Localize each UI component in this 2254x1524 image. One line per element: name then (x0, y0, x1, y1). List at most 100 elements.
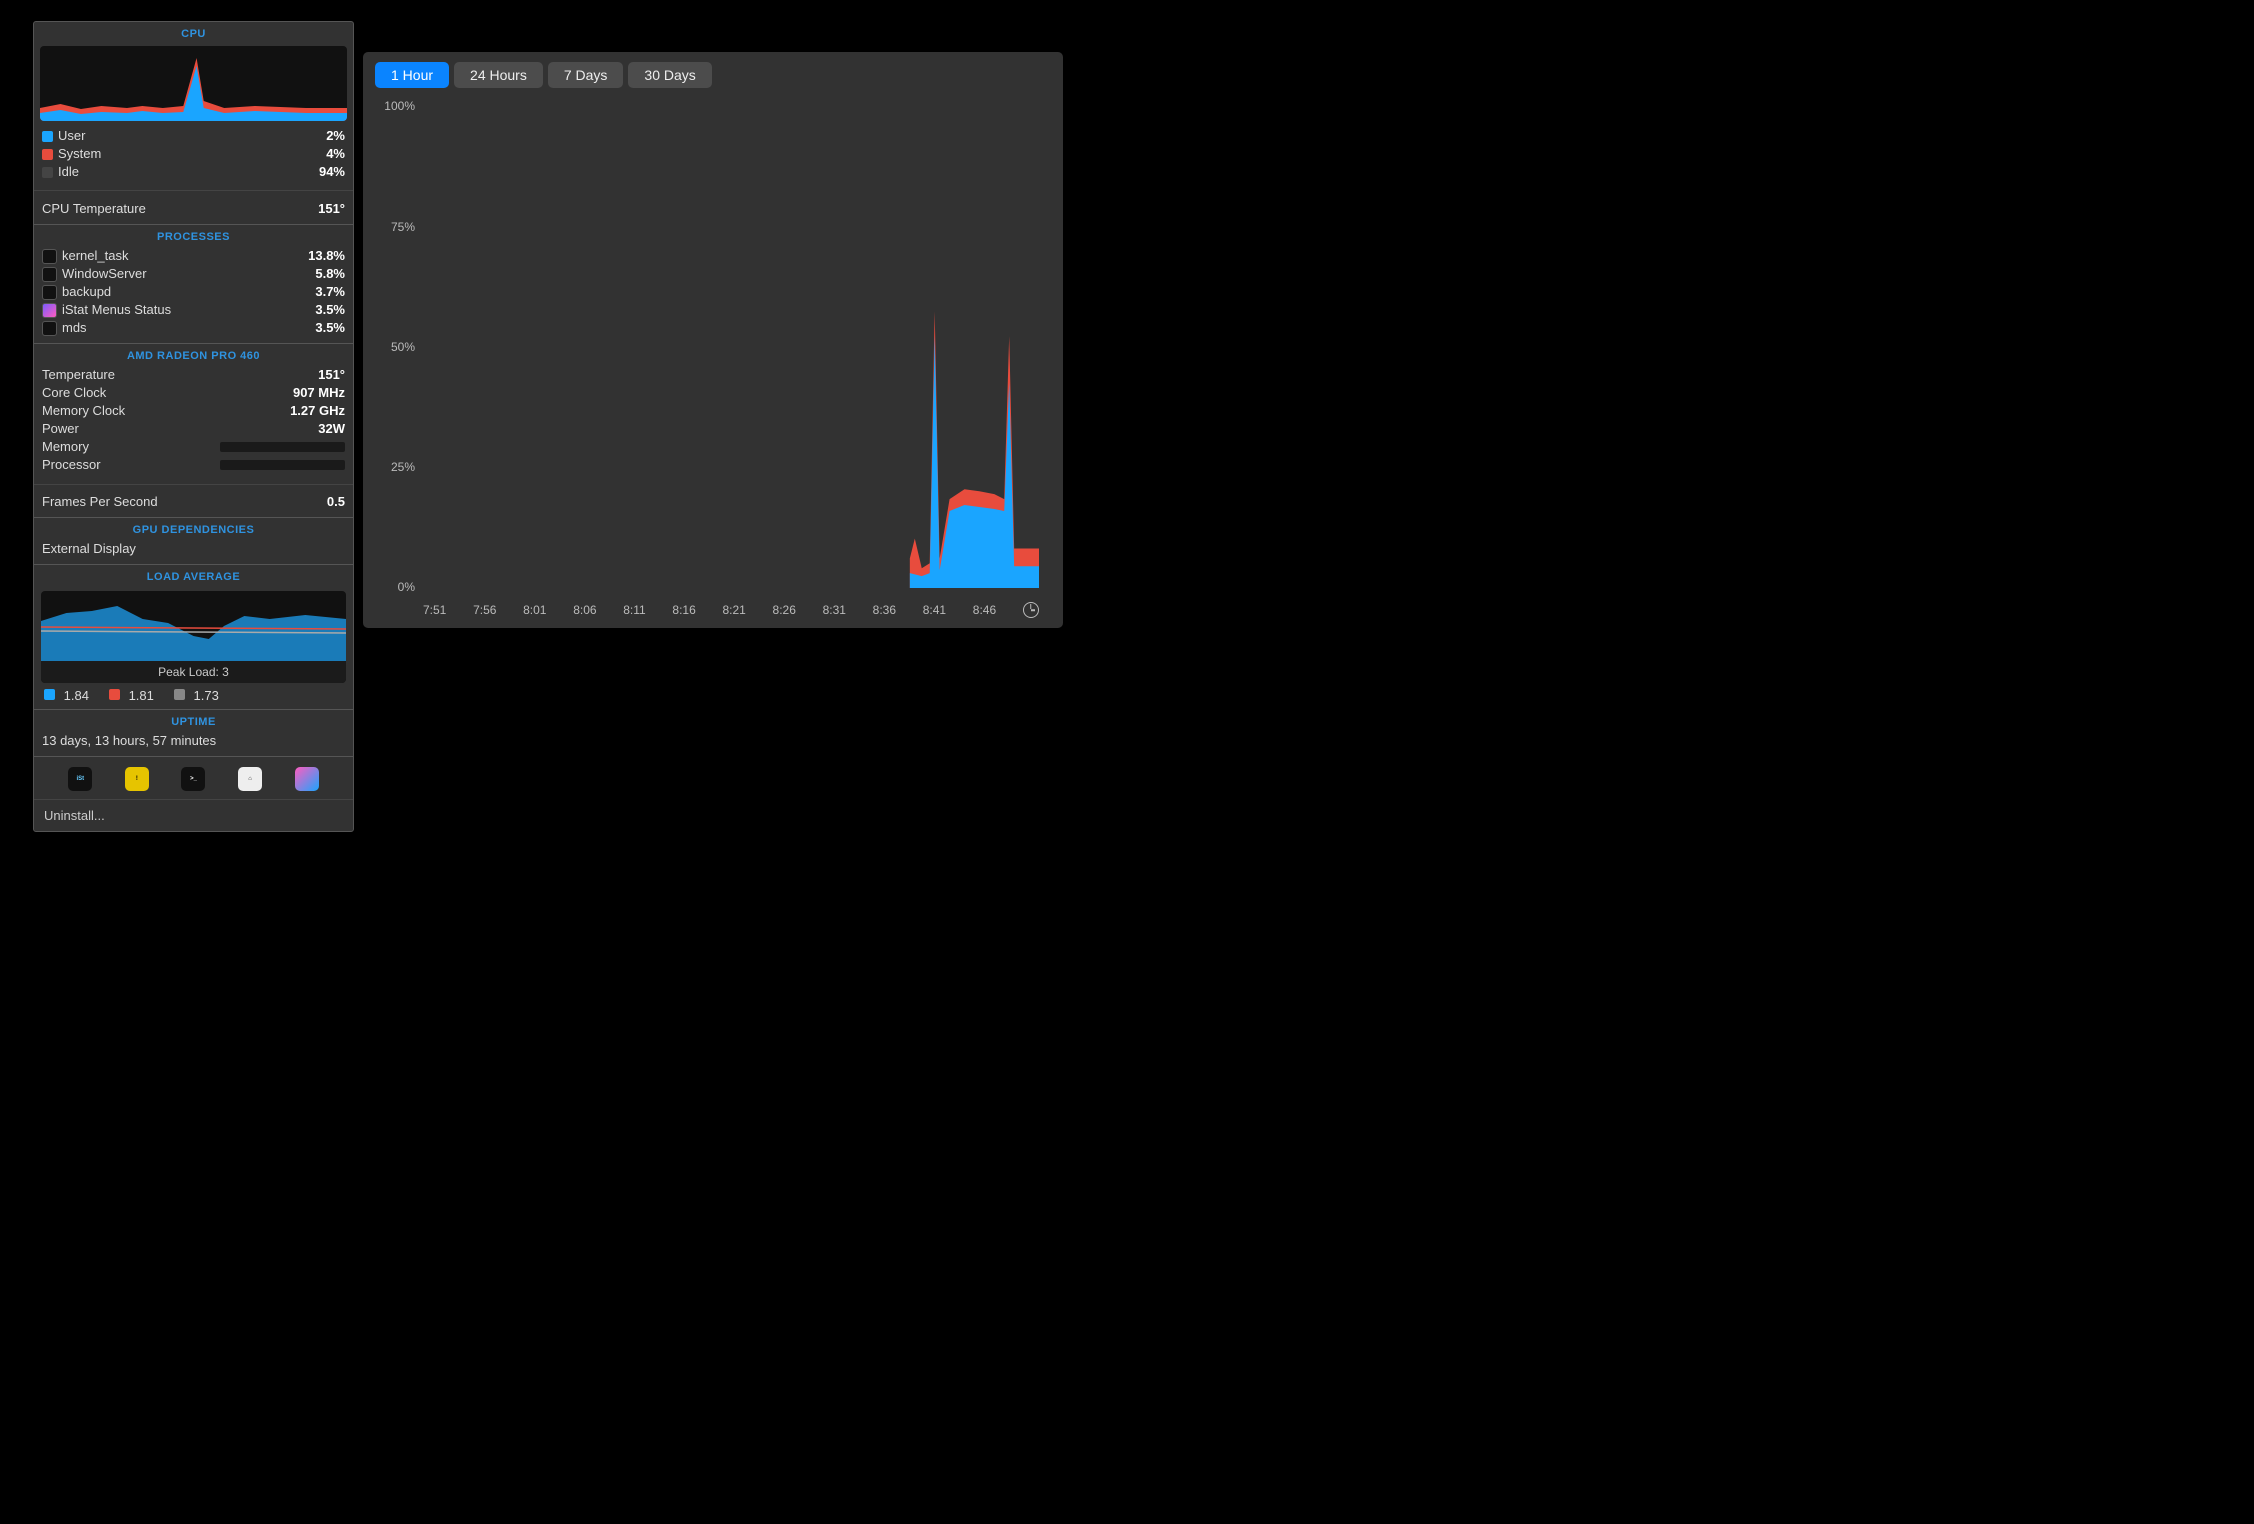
process-value: 5.8% (315, 265, 345, 283)
uptime-title: UPTIME (34, 710, 353, 732)
process-name: kernel_task (62, 247, 128, 265)
cpu-panel: CPU User 2% System 4% Idle 94% CPU Tempe… (33, 21, 354, 832)
time-range-segments: 1 Hour 24 Hours 7 Days 30 Days (363, 52, 1063, 98)
process-row[interactable]: kernel_task 13.8% (34, 247, 353, 265)
process-value: 13.8% (308, 247, 345, 265)
terminal-app-icon[interactable]: >_ (181, 767, 205, 791)
gpu-memory-row: Memory (34, 438, 353, 456)
plot-area (423, 104, 1039, 588)
peak-load-label: Peak Load: 3 (41, 661, 346, 683)
load-section-title: LOAD AVERAGE (34, 565, 353, 587)
gpu-memclock-row: Memory Clock 1.27 GHz (34, 402, 353, 420)
cpu-temperature-row[interactable]: CPU Temperature 151° (34, 196, 353, 224)
process-row[interactable]: iStat Menus Status 3.5% (34, 301, 353, 319)
stat-value: 151° (318, 366, 345, 384)
stat-label: Frames Per Second (42, 493, 158, 511)
istat-app-icon[interactable]: iSt (68, 767, 92, 791)
y-tick: 75% (391, 220, 415, 234)
stat-value: 0.5 (327, 493, 345, 511)
stat-value: 1.27 GHz (290, 402, 345, 420)
gpu-power-row: Power32W (34, 420, 353, 438)
gpu-section-title: AMD RADEON PRO 460 (34, 344, 353, 366)
stat-label: Power (42, 420, 79, 438)
cpu-section-title: CPU (34, 22, 353, 44)
segment-30days[interactable]: 30 Days (628, 62, 711, 88)
x-tick: 7:56 (473, 603, 496, 617)
process-name: WindowServer (62, 265, 147, 283)
swatch-icon (42, 149, 53, 160)
process-value: 3.7% (315, 283, 345, 301)
legend-value: 2% (326, 127, 345, 145)
segment-24hours[interactable]: 24 Hours (454, 62, 543, 88)
stat-label: Temperature (42, 366, 115, 384)
x-tick: 8:01 (523, 603, 546, 617)
x-tick: 8:41 (923, 603, 946, 617)
stat-label: CPU Temperature (42, 200, 146, 218)
process-row[interactable]: mds 3.5% (34, 319, 353, 337)
gpu-deps-title: GPU DEPENDENCIES (34, 518, 353, 540)
process-name: backupd (62, 283, 111, 301)
uninstall-button[interactable]: Uninstall... (34, 799, 353, 831)
legend-idle: Idle 94% (34, 163, 353, 181)
uptime-row: 13 days, 13 hours, 57 minutes (34, 732, 353, 756)
gpu-dep-label: External Display (42, 540, 136, 558)
process-list: kernel_task 13.8% WindowServer 5.8% backup… (34, 247, 353, 343)
legend-label: User (58, 127, 85, 145)
warning-app-icon[interactable]: ! (125, 767, 149, 791)
load-value: 1.81 (129, 688, 154, 703)
load-1m: 1.84 (44, 688, 89, 703)
processor-bar (220, 460, 345, 470)
history-popover: 1 Hour 24 Hours 7 Days 30 Days 100% 75% … (363, 52, 1063, 628)
cpu-legend: User 2% System 4% Idle 94% (34, 127, 353, 185)
stat-label: Processor (42, 456, 101, 474)
legend-value: 94% (319, 163, 345, 181)
cpu-mini-chart[interactable] (40, 46, 347, 121)
clock-icon (1023, 602, 1039, 618)
x-tick: 7:51 (423, 603, 446, 617)
process-row[interactable]: backupd 3.7% (34, 283, 353, 301)
x-tick: 8:46 (973, 603, 996, 617)
process-value: 3.5% (315, 319, 345, 337)
process-icon (42, 303, 57, 318)
x-tick: 8:16 (672, 603, 695, 617)
sysinfo-app-icon[interactable]: ⌂ (238, 767, 262, 791)
gpu-coreclock-row: Core Clock 907 MHz (34, 384, 353, 402)
process-icon (42, 249, 57, 264)
stat-label: Memory Clock (42, 402, 125, 420)
load-5m: 1.81 (109, 688, 154, 703)
x-tick: 8:26 (773, 603, 796, 617)
segment-1hour[interactable]: 1 Hour (375, 62, 449, 88)
activity-app-icon[interactable] (295, 767, 319, 791)
history-chart[interactable]: 100% 75% 50% 25% 0% 7:51 7:56 8:01 8:06 … (373, 96, 1053, 618)
process-icon (42, 267, 57, 282)
process-value: 3.5% (315, 301, 345, 319)
segment-7days[interactable]: 7 Days (548, 62, 624, 88)
uptime-value: 13 days, 13 hours, 57 minutes (42, 732, 216, 750)
legend-system: System 4% (34, 145, 353, 163)
footer-app-icons: iSt ! >_ ⌂ (34, 757, 353, 799)
x-axis: 7:51 7:56 8:01 8:06 8:11 8:16 8:21 8:26 … (423, 602, 1039, 618)
legend-value: 4% (326, 145, 345, 163)
load-value: 1.73 (194, 688, 219, 703)
process-name: iStat Menus Status (62, 301, 171, 319)
swatch-icon (42, 167, 53, 178)
stat-label: Core Clock (42, 384, 106, 402)
load-value: 1.84 (64, 688, 89, 703)
load-avg-chart[interactable]: Peak Load: 3 (41, 591, 346, 683)
x-tick: 8:21 (722, 603, 745, 617)
stat-label: Memory (42, 438, 89, 456)
fps-row: Frames Per Second 0.5 (34, 490, 353, 517)
gpu-stats: Temperature 151° Core Clock 907 MHz Memory… (34, 366, 353, 479)
gpu-temperature-row: Temperature 151° (34, 366, 353, 384)
swatch-icon (44, 689, 55, 700)
process-icon (42, 321, 57, 336)
y-tick: 25% (391, 460, 415, 474)
x-tick: 8:11 (623, 603, 645, 617)
y-tick: 100% (384, 99, 415, 113)
memory-bar (220, 442, 345, 452)
stat-value: 907 MHz (293, 384, 345, 402)
y-tick: 50% (391, 340, 415, 354)
process-row[interactable]: WindowServer 5.8% (34, 265, 353, 283)
process-name: mds (62, 319, 87, 337)
y-tick: 0% (398, 580, 415, 594)
